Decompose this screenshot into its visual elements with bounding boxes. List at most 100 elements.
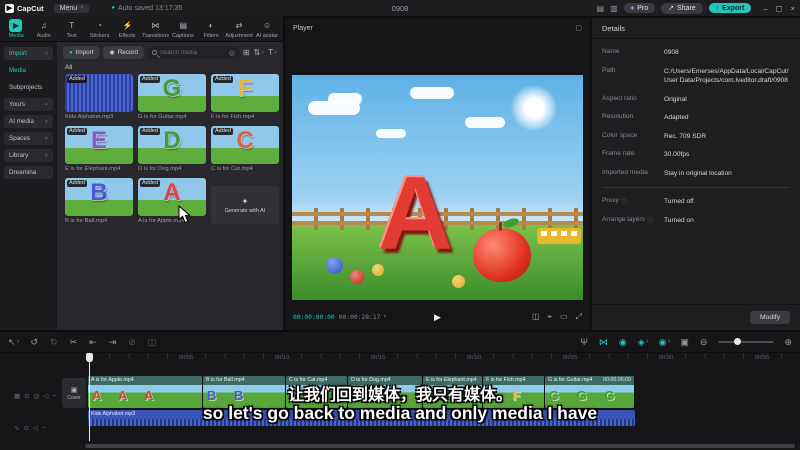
media-item[interactable]: Added A A is for Apple.mp4 <box>138 178 206 224</box>
timeline-clip[interactable]: B is for Ball.mp4 B B <box>203 376 286 408</box>
share-button[interactable]: ↗ Share <box>661 2 703 14</box>
track-type-icon[interactable]: ▦ <box>14 392 20 400</box>
delete-icon[interactable]: ⊘ <box>128 337 137 348</box>
sidebar-item[interactable]: Media <box>4 64 53 77</box>
timeline-clip[interactable]: A is for Apple.mp4 A A A <box>88 376 203 408</box>
audio-track-icon[interactable]: ∿ <box>14 424 19 432</box>
timeline-clip[interactable]: C is for Cat.mp4 C C <box>286 376 348 408</box>
search-input[interactable] <box>160 49 226 56</box>
export-button[interactable]: ↑ Export <box>708 3 752 13</box>
timeline-clip[interactable]: E is for Elephant.mp4 E E <box>423 376 483 408</box>
snap-toggle-icon[interactable]: ⋈ <box>599 337 609 348</box>
sidebar-item[interactable]: Subprojects <box>4 81 53 94</box>
import-button[interactable]: ● Import <box>63 46 100 59</box>
record-button[interactable]: ◉ Record <box>103 46 145 59</box>
sidebar-item[interactable]: Library ˅ <box>4 149 53 162</box>
snapshot-icon[interactable]: ▣ <box>680 337 690 348</box>
link-toggle-icon[interactable]: ◉ <box>619 337 628 348</box>
collapse-icon[interactable]: − <box>52 393 56 400</box>
menu-button[interactable]: Menu ˅ <box>53 3 90 13</box>
lock-icon[interactable]: ⊙ <box>24 392 29 400</box>
close-button[interactable]: × <box>791 4 795 13</box>
ribbon-tab[interactable]: ▶ Media <box>2 18 30 39</box>
minimize-button[interactable]: – <box>763 4 767 13</box>
ratio-icon[interactable]: ▭ <box>560 312 568 322</box>
media-item[interactable]: Added B B is for Ball.mp4 <box>65 178 133 224</box>
thumbnail-letter: D <box>163 127 181 154</box>
delete-right-icon[interactable]: ⇥ <box>109 337 118 348</box>
ribbon-tab[interactable]: ◐ Filters <box>197 19 225 39</box>
ribbon-tab[interactable]: ⚡ Effects <box>114 19 142 39</box>
collapse-icon[interactable]: − <box>42 425 46 432</box>
sidebar-item[interactable]: AI media ˅ <box>4 115 53 128</box>
record-label: Record <box>117 49 139 56</box>
media-item[interactable]: Added Kids Alphabet.mp3 <box>65 74 133 120</box>
timeline-clip[interactable]: G is for Guitar.mp4 00:00:06:09 G G G <box>545 376 635 408</box>
panel-layout-icon[interactable]: ▥ <box>610 4 618 13</box>
hide-icon[interactable]: ◎ <box>34 392 40 400</box>
timecode-chevron-icon[interactable]: ˅ <box>383 314 386 320</box>
maximize-button[interactable]: ▢ <box>776 4 783 13</box>
grid-view-icon[interactable]: ⊞ <box>243 48 250 57</box>
audio-clip[interactable]: Kids Alphabet.mp3 <box>88 410 635 426</box>
media-thumbnail: Added E <box>65 126 133 164</box>
search-box[interactable]: ◎ <box>148 46 239 59</box>
fullscreen-icon[interactable]: ⤢ <box>576 312 582 322</box>
compare-icon[interactable]: ◫ <box>532 312 540 322</box>
thumbnail-letter: E <box>90 127 107 154</box>
focus-icon[interactable]: ⌖ <box>548 312 553 322</box>
media-item[interactable]: Added E E is for Elephant.mp4 <box>65 126 133 172</box>
lock-icon[interactable]: ⊙ <box>23 424 28 432</box>
video-preview[interactable]: A <box>292 75 583 300</box>
timeline-zoom-slider[interactable] <box>718 338 775 345</box>
visual-search-icon[interactable]: ◎ <box>229 49 235 57</box>
playhead-line[interactable] <box>89 353 90 441</box>
ribbon-tab[interactable]: ♫ Audio <box>30 19 58 39</box>
voiceover-mic-icon[interactable]: Ψ <box>580 337 589 347</box>
search-icon <box>152 50 158 55</box>
generate-with-ai-button[interactable]: ✦ Generate with AI <box>211 186 279 224</box>
zoom-out-icon[interactable]: ⊖ <box>700 337 709 348</box>
mask-icon[interactable]: ◫ <box>148 337 158 348</box>
split-icon[interactable]: ✂ <box>70 337 79 348</box>
media-filter-all[interactable]: All <box>65 64 275 71</box>
ribbon-tab[interactable]: ⋈ Transitions <box>141 19 169 39</box>
media-item[interactable]: Added D D is for Dog.mp4 <box>138 126 206 172</box>
redo-icon[interactable]: ↻ <box>50 337 59 348</box>
audio-toggle-icon[interactable]: ◉ ˅ <box>659 337 671 348</box>
pro-button[interactable]: ♦ Pro <box>623 3 656 13</box>
timeline-clip[interactable]: D is for Dog.mp4 D D <box>348 376 423 408</box>
horizontal-scrollbar[interactable] <box>85 444 795 448</box>
mute-icon[interactable]: ◁ <box>33 424 38 432</box>
cover-button[interactable]: ▣ Cover <box>62 378 86 408</box>
media-item[interactable]: Added C C is for Cat.mp4 <box>211 126 279 172</box>
ribbon-tab[interactable]: ◔ Stickers <box>86 19 114 39</box>
mute-icon[interactable]: ◁ <box>43 392 48 400</box>
media-item[interactable]: Added G G is for Guitar.mp4 <box>138 74 206 120</box>
sort-icon[interactable]: ⇅ ˅ <box>254 48 265 57</box>
sidebar-item-label: Library <box>9 152 29 159</box>
undo-icon[interactable]: ↺ <box>30 337 39 348</box>
keyframe-toggle-icon[interactable]: ◈ ˅ <box>638 337 649 348</box>
delete-left-icon[interactable]: ⇤ <box>89 337 98 348</box>
sidebar-item[interactable]: Yours ˅ <box>4 98 53 111</box>
ribbon-tab[interactable]: T Text <box>58 19 86 39</box>
zoom-slider-knob[interactable] <box>734 338 742 345</box>
ribbon-tab[interactable]: ☺ AI avatar <box>253 19 281 39</box>
select-tool-icon[interactable]: ↖ ˅ <box>8 337 19 348</box>
sidebar-item[interactable]: Import ˅ <box>4 47 53 60</box>
layout-icon[interactable]: ▤ <box>597 4 605 13</box>
filter-type-icon[interactable]: T ˅ <box>268 48 277 57</box>
player-expand-icon[interactable]: ▢ <box>575 24 582 32</box>
modify-button[interactable]: Modify <box>749 311 790 324</box>
media-item[interactable]: Added F F is for Fish.mp4 <box>211 74 279 120</box>
sidebar-item[interactable]: Dreamina <box>4 166 53 179</box>
zoom-in-icon[interactable]: ⊕ <box>784 337 792 348</box>
timeline-ruler[interactable]: 00:05 00:10 00:15 00:20 00:25 00:30 00:35 <box>0 352 800 366</box>
ribbon-tab[interactable]: ▤ Captions <box>169 19 197 39</box>
timeline-clip[interactable]: F is for Fish.mp4 F F <box>483 376 545 408</box>
sidebar-item[interactable]: Spaces ˅ <box>4 132 53 145</box>
playhead-pin[interactable] <box>86 353 93 362</box>
chevron-down-icon: ˅ <box>44 101 48 108</box>
ribbon-tab[interactable]: ⇄ Adjustment <box>225 19 253 39</box>
